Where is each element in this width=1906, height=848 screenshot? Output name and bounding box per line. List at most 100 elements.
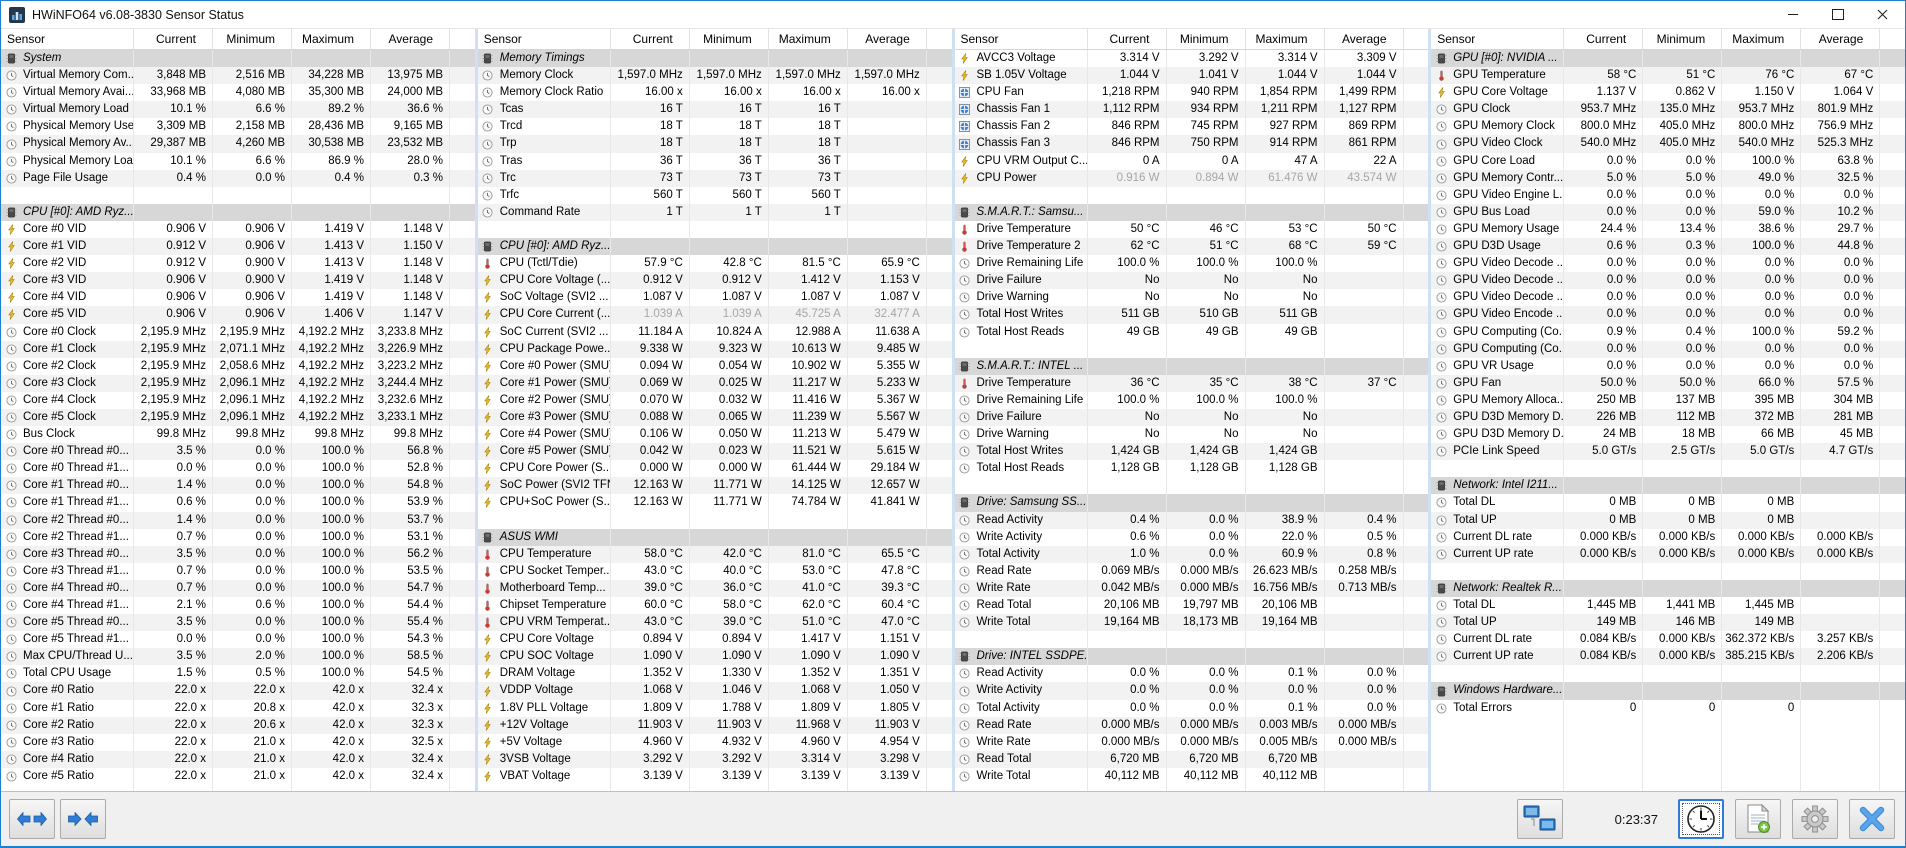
sensor-row[interactable]: Core #5 Power (SMU)0.042 W0.023 W11.521 …: [478, 443, 952, 460]
reset-clock-button[interactable]: [1678, 799, 1724, 839]
sensor-row[interactable]: Total CPU Usage1.5 %0.5 %100.0 %54.5 %: [1, 665, 475, 682]
sensor-row[interactable]: Core #4 VID0.906 V0.906 V1.419 V1.148 V: [1, 289, 475, 306]
sensor-row[interactable]: CPU Temperature58.0 °C42.0 °C81.0 °C65.5…: [478, 546, 952, 563]
sensor-row[interactable]: SoC Current (SVI2 ...11.184 A10.824 A12.…: [478, 324, 952, 341]
sensor-row[interactable]: Memory Clock Ratio16.00 x16.00 x16.00 x1…: [478, 84, 952, 101]
minimize-button[interactable]: [1770, 1, 1815, 28]
column-header-minimum[interactable]: Minimum: [689, 29, 768, 49]
sensor-row[interactable]: CPU Core Current (...1.039 A1.039 A45.72…: [478, 306, 952, 323]
sensor-row[interactable]: Total Activity1.0 %0.0 %60.9 %0.8 %: [955, 546, 1429, 563]
sensor-row[interactable]: Trfc560 T560 T560 T: [478, 187, 952, 204]
sensor-row[interactable]: Drive WarningNoNoNo: [955, 289, 1429, 306]
column-header-minimum[interactable]: Minimum: [212, 29, 291, 49]
sensor-row[interactable]: CPU Core Voltage (...0.912 V0.912 V1.412…: [478, 272, 952, 289]
sensor-row[interactable]: Drive Temperature 262 °C51 °C68 °C59 °C: [955, 238, 1429, 255]
sensor-row[interactable]: GPU Core Load0.0 %0.0 %100.0 %63.8 %: [1431, 153, 1905, 170]
sensor-row[interactable]: Virtual Memory Com...3,848 MB2,516 MB34,…: [1, 67, 475, 84]
sensor-row[interactable]: GPU Memory Clock800.0 MHz405.0 MHz800.0 …: [1431, 118, 1905, 135]
sensor-row[interactable]: GPU Video Decode ...0.0 %0.0 %0.0 %0.0 %: [1431, 289, 1905, 306]
sensor-row[interactable]: CPU SOC Voltage1.090 V1.090 V1.090 V1.09…: [478, 648, 952, 665]
sensor-row[interactable]: VBAT Voltage3.139 V3.139 V3.139 V3.139 V: [478, 768, 952, 785]
sensor-row[interactable]: Drive FailureNoNoNo: [955, 272, 1429, 289]
sensor-row[interactable]: Bus Clock99.8 MHz99.8 MHz99.8 MHz99.8 MH…: [1, 426, 475, 443]
sensor-row[interactable]: CPU Core Voltage0.894 V0.894 V1.417 V1.1…: [478, 631, 952, 648]
sensor-row[interactable]: Total Activity0.0 %0.0 %0.1 %0.0 %: [955, 700, 1429, 717]
sensor-row[interactable]: SB 1.05V Voltage1.044 V1.041 V1.044 V1.0…: [955, 67, 1429, 84]
sensor-row[interactable]: Core #3 Ratio22.0 x21.0 x42.0 x32.5 x: [1, 734, 475, 751]
sensor-row[interactable]: Trc73 T73 T73 T: [478, 170, 952, 187]
section-row[interactable]: S.M.A.R.T.: Samsu...: [955, 204, 1429, 221]
sensor-row[interactable]: Memory Clock1,597.0 MHz1,597.0 MHz1,597.…: [478, 67, 952, 84]
sensor-row[interactable]: Core #4 Ratio22.0 x21.0 x42.0 x32.4 x: [1, 751, 475, 768]
sensor-row[interactable]: Drive Temperature50 °C46 °C53 °C50 °C: [955, 221, 1429, 238]
sensor-row[interactable]: GPU Computing (Co...0.9 %0.4 %100.0 %59.…: [1431, 324, 1905, 341]
title-bar[interactable]: HWiNFO64 v6.08-3830 Sensor Status: [1, 1, 1905, 29]
sensor-row[interactable]: Core #0 VID0.906 V0.906 V1.419 V1.148 V: [1, 221, 475, 238]
column-header-current[interactable]: Current: [1563, 29, 1642, 49]
sensor-row[interactable]: GPU VR Usage0.0 %0.0 %0.0 %0.0 %: [1431, 358, 1905, 375]
column-header-average[interactable]: Average: [1800, 29, 1879, 49]
column-header-sensor[interactable]: Sensor: [1431, 32, 1563, 46]
sensor-row[interactable]: Total DL0 MB0 MB0 MB: [1431, 494, 1905, 511]
sensor-row[interactable]: 1.8V PLL Voltage1.809 V1.788 V1.809 V1.8…: [478, 700, 952, 717]
sensor-row[interactable]: Core #0 Power (SMU)0.094 W0.054 W10.902 …: [478, 358, 952, 375]
sensor-row[interactable]: Drive Temperature36 °C35 °C38 °C37 °C: [955, 375, 1429, 392]
sensor-row[interactable]: Core #5 Ratio22.0 x21.0 x42.0 x32.4 x: [1, 768, 475, 785]
sensor-row[interactable]: Core #2 Ratio22.0 x20.6 x42.0 x32.3 x: [1, 717, 475, 734]
column-header-minimum[interactable]: Minimum: [1166, 29, 1245, 49]
sensor-row[interactable]: GPU Video Decode ...0.0 %0.0 %0.0 %0.0 %: [1431, 255, 1905, 272]
section-row[interactable]: Memory Timings: [478, 50, 952, 67]
column-header-average[interactable]: Average: [1324, 29, 1403, 49]
sensor-row[interactable]: Core #2 Power (SMU)0.070 W0.032 W11.416 …: [478, 392, 952, 409]
sensor-row[interactable]: Core #0 Thread #0...3.5 %0.0 %100.0 %56.…: [1, 443, 475, 460]
column-header-current[interactable]: Current: [610, 29, 689, 49]
sensor-row[interactable]: GPU D3D Usage0.6 %0.3 %100.0 %44.8 %: [1431, 238, 1905, 255]
sensor-row[interactable]: GPU Computing (Co...0.0 %0.0 %0.0 %0.0 %: [1431, 341, 1905, 358]
column-header-maximum[interactable]: Maximum: [1721, 29, 1800, 49]
sensor-row[interactable]: Physical Memory Av...29,387 MB4,260 MB30…: [1, 135, 475, 152]
sensor-row[interactable]: Physical Memory Load10.1 %6.6 %86.9 %28.…: [1, 153, 475, 170]
column-header-maximum[interactable]: Maximum: [291, 29, 370, 49]
sensor-row[interactable]: Current DL rate0.084 KB/s0.000 KB/s362.3…: [1431, 631, 1905, 648]
sensor-row[interactable]: GPU Memory Usage24.4 %13.4 %38.6 %29.7 %: [1431, 221, 1905, 238]
sensor-row[interactable]: Write Total19,164 MB18,173 MB19,164 MB: [955, 614, 1429, 631]
sensor-row[interactable]: +12V Voltage11.903 V11.903 V11.968 V11.9…: [478, 717, 952, 734]
column-header-maximum[interactable]: Maximum: [768, 29, 847, 49]
sensor-row[interactable]: Core #3 Thread #1...0.7 %0.0 %100.0 %53.…: [1, 563, 475, 580]
sensor-row[interactable]: Drive Remaining Life100.0 %100.0 %100.0 …: [955, 255, 1429, 272]
section-row[interactable]: CPU [#0]: AMD Ryz...: [1, 204, 475, 221]
sensor-row[interactable]: CPU Socket Temper...43.0 °C40.0 °C53.0 °…: [478, 563, 952, 580]
sensor-row[interactable]: CPU Fan1,218 RPM940 RPM1,854 RPM1,499 RP…: [955, 84, 1429, 101]
section-row[interactable]: Drive: Samsung SS...: [955, 494, 1429, 511]
sensor-row[interactable]: GPU Memory Alloca...250 MB137 MB395 MB30…: [1431, 392, 1905, 409]
sensor-row[interactable]: Read Activity0.4 %0.0 %38.9 %0.4 %: [955, 512, 1429, 529]
sensor-row[interactable]: GPU D3D Memory D...24 MB18 MB66 MB45 MB: [1431, 426, 1905, 443]
column-header-maximum[interactable]: Maximum: [1245, 29, 1324, 49]
sensor-row[interactable]: Core #1 Power (SMU)0.069 W0.025 W11.217 …: [478, 375, 952, 392]
sensor-row[interactable]: Core #1 Thread #1...0.6 %0.0 %100.0 %53.…: [1, 494, 475, 511]
close-sensors-button[interactable]: [1849, 799, 1895, 839]
sensor-row[interactable]: Core #5 Thread #0...3.5 %0.0 %100.0 %55.…: [1, 614, 475, 631]
sensor-row[interactable]: CPU+SoC Power (S...12.163 W11.771 W74.78…: [478, 494, 952, 511]
sensor-row[interactable]: GPU Video Decode ...0.0 %0.0 %0.0 %0.0 %: [1431, 272, 1905, 289]
sensor-row[interactable]: Core #5 VID0.906 V0.906 V1.406 V1.147 V: [1, 306, 475, 323]
column-header-sensor[interactable]: Sensor: [1, 32, 133, 46]
sensor-row[interactable]: Trp18 T18 T18 T: [478, 135, 952, 152]
sensor-row[interactable]: Chassis Fan 3846 RPM750 RPM914 RPM861 RP…: [955, 135, 1429, 152]
sensor-row[interactable]: Core #3 Thread #0...3.5 %0.0 %100.0 %56.…: [1, 546, 475, 563]
sensor-row[interactable]: Core #1 Clock2,195.9 MHz2,071.1 MHz4,192…: [1, 341, 475, 358]
sensor-row[interactable]: Motherboard Temp...39.0 °C36.0 °C41.0 °C…: [478, 580, 952, 597]
sensor-row[interactable]: CPU VRM Output C...0 A0 A47 A22 A: [955, 153, 1429, 170]
sensor-row[interactable]: GPU Core Voltage1.137 V0.862 V1.150 V1.0…: [1431, 84, 1905, 101]
sensor-row[interactable]: Chipset Temperature60.0 °C58.0 °C62.0 °C…: [478, 597, 952, 614]
sensor-row[interactable]: GPU Clock953.7 MHz135.0 MHz953.7 MHz801.…: [1431, 101, 1905, 118]
remote-sensor-button[interactable]: [1517, 799, 1563, 839]
sensor-row[interactable]: +5V Voltage4.960 V4.932 V4.960 V4.954 V: [478, 734, 952, 751]
sensor-row[interactable]: Core #2 Thread #0...1.4 %0.0 %100.0 %53.…: [1, 512, 475, 529]
section-row[interactable]: CPU [#0]: AMD Ryz...: [478, 238, 952, 255]
settings-button[interactable]: [1792, 799, 1838, 839]
sensor-row[interactable]: Current DL rate0.000 KB/s0.000 KB/s0.000…: [1431, 529, 1905, 546]
sensor-row[interactable]: Total Host Writes511 GB510 GB511 GB: [955, 306, 1429, 323]
column-header-current[interactable]: Current: [133, 29, 212, 49]
sensor-row[interactable]: Total DL1,445 MB1,441 MB1,445 MB: [1431, 597, 1905, 614]
